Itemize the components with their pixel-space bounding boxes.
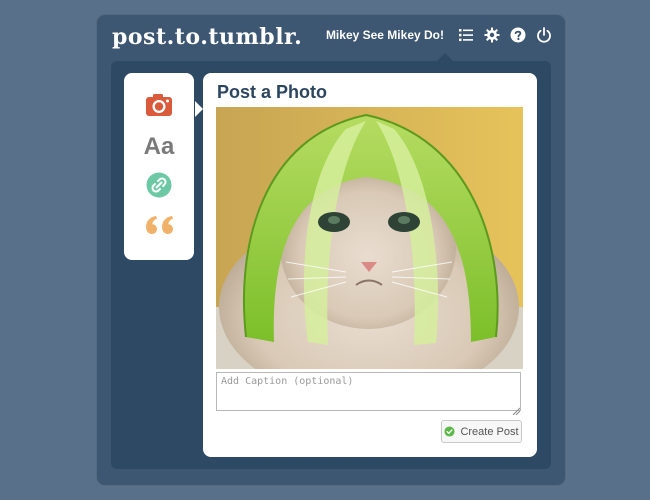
app-logo[interactable]: post.to.tumblr. bbox=[112, 24, 302, 50]
create-post-label: Create Post bbox=[460, 425, 519, 438]
post-form: Post a Photo Add Caption (optional) Crea… bbox=[203, 73, 537, 457]
post-type-link[interactable] bbox=[124, 169, 194, 205]
camera-icon bbox=[145, 93, 173, 122]
photo-preview bbox=[216, 107, 523, 369]
create-post-button[interactable]: Create Post bbox=[441, 420, 522, 443]
panel-notch bbox=[437, 53, 453, 61]
menu-pointer bbox=[195, 101, 203, 117]
help-icon[interactable] bbox=[510, 27, 526, 43]
check-icon bbox=[444, 426, 455, 437]
post-type-photo[interactable] bbox=[124, 89, 194, 125]
quote-icon bbox=[143, 212, 175, 243]
resize-handle-icon[interactable] bbox=[512, 402, 521, 416]
list-icon[interactable] bbox=[458, 27, 474, 43]
link-icon bbox=[146, 172, 172, 203]
page-title: Post a Photo bbox=[217, 82, 328, 102]
header-toolbar: Mikey See Mikey Do! bbox=[326, 27, 552, 43]
username-link[interactable]: Mikey See Mikey Do! bbox=[326, 28, 444, 42]
text-icon: Aa bbox=[143, 133, 175, 160]
caption-input[interactable] bbox=[216, 372, 521, 411]
post-type-text[interactable]: Aa bbox=[124, 129, 194, 165]
post-type-quote[interactable] bbox=[124, 209, 194, 245]
gear-icon[interactable] bbox=[484, 27, 500, 43]
power-icon[interactable] bbox=[536, 27, 552, 43]
post-type-menu: Aa bbox=[124, 73, 194, 260]
